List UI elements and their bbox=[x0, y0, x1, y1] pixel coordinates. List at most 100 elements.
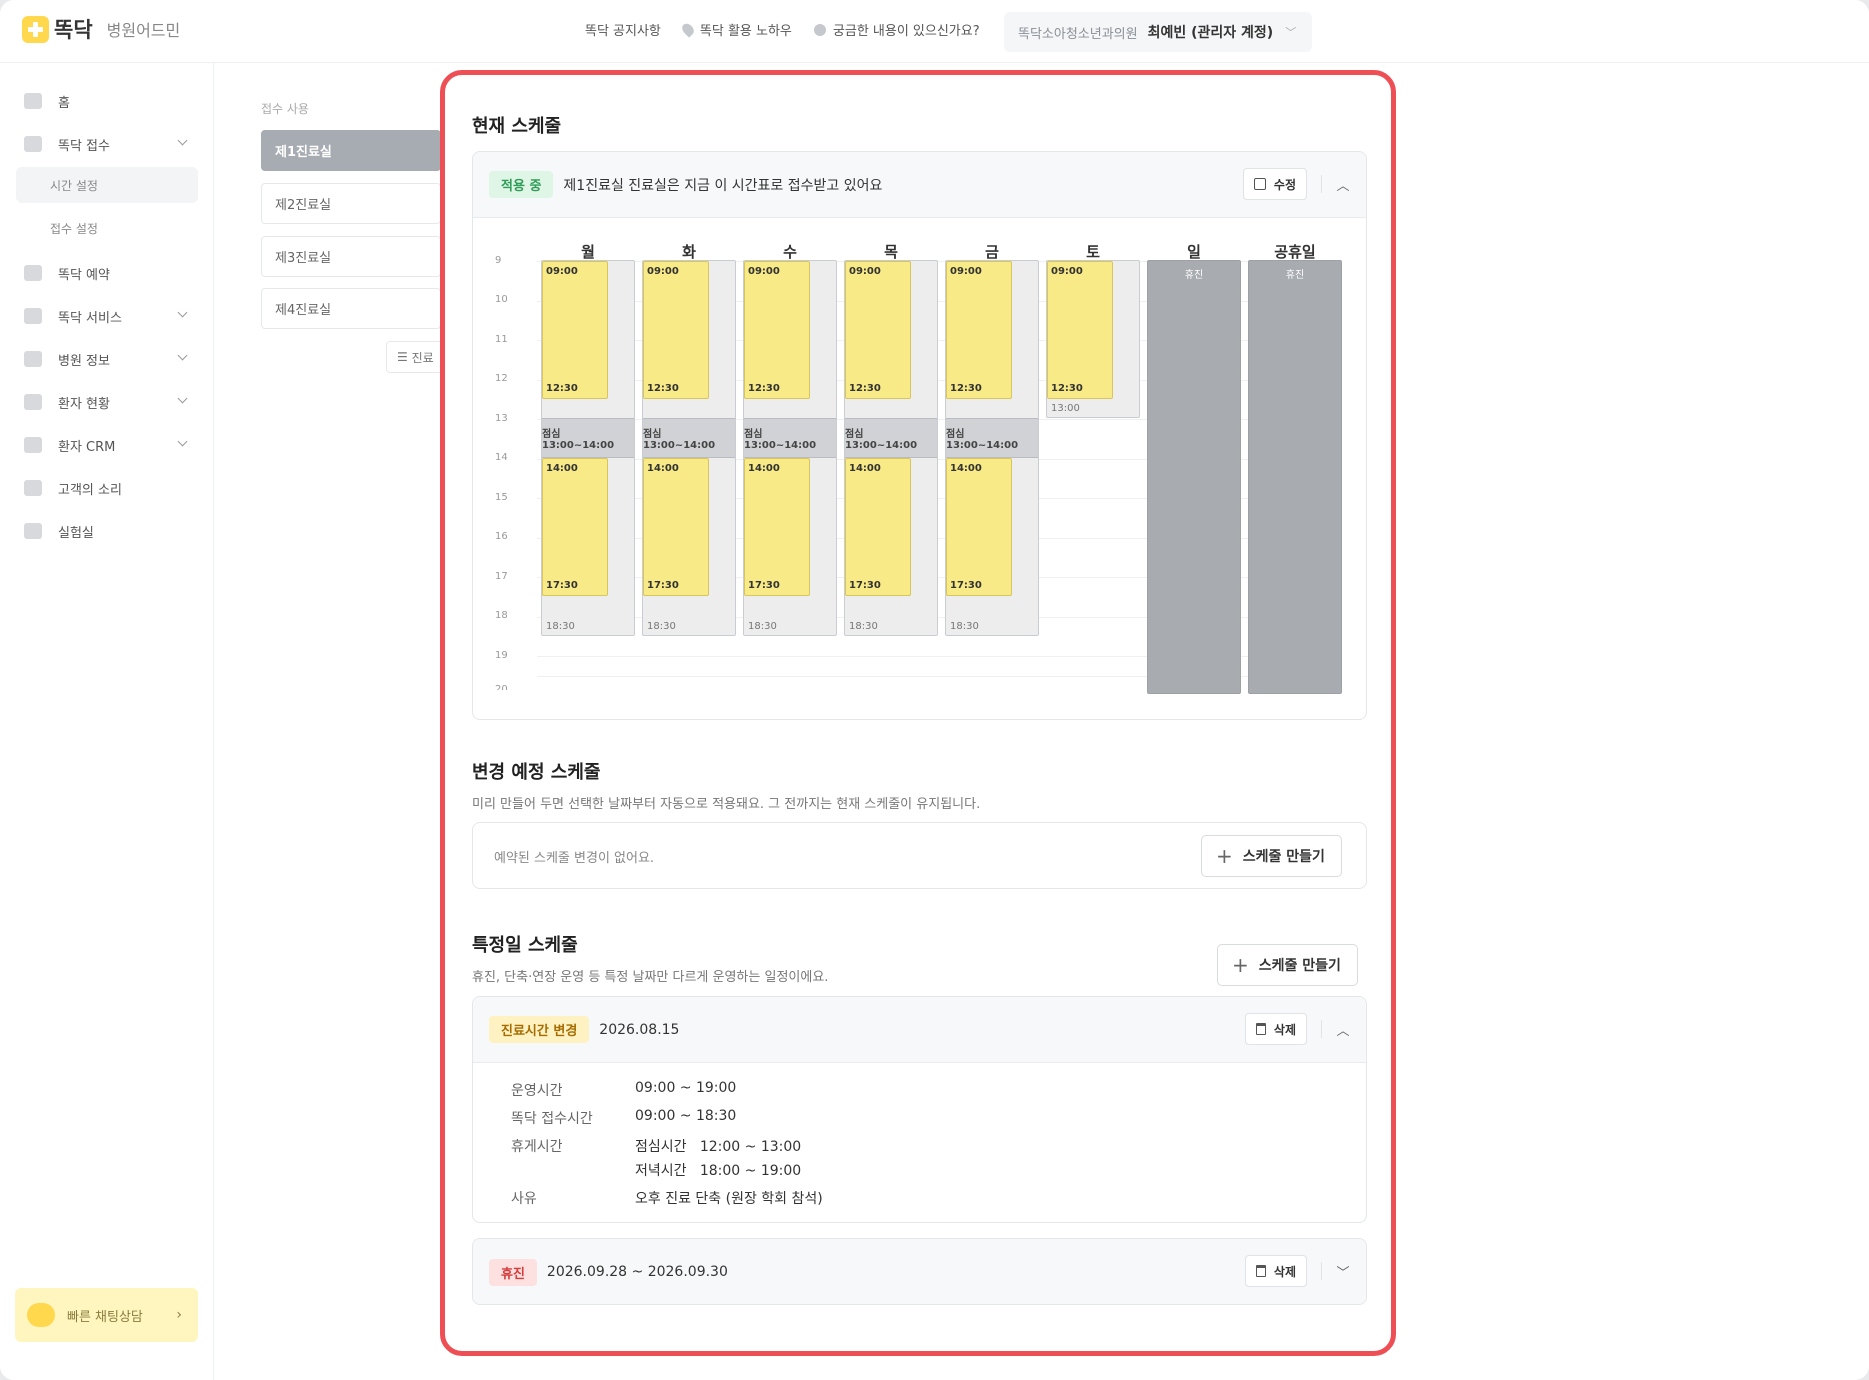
schedule-panel: 현재 스케줄 적용 중 제1진료실 진료실은 지금 이 시간표로 접수받고 있어… bbox=[440, 70, 1396, 1356]
day-header-wed: 수 bbox=[783, 243, 797, 261]
status-badge: 적용 중 bbox=[489, 171, 554, 198]
chevron-down-icon bbox=[177, 307, 188, 318]
special-schedule-desc: 휴진, 단축·연장 운영 등 특정 날짜만 다르게 운영하는 일정이에요. bbox=[472, 970, 829, 985]
close-time: 18:30 bbox=[950, 621, 979, 632]
close-time: 18:30 bbox=[849, 621, 878, 632]
hour-label: 14 bbox=[495, 452, 508, 463]
special-schedule-card: 진료시간 변경 2026.08.15 삭제 ︿ 운영시간 09:00 ~ 19:0… bbox=[472, 996, 1367, 1223]
chevron-down-icon[interactable]: ﹀ bbox=[1336, 1262, 1350, 1281]
delete-button[interactable]: 삭제 bbox=[1244, 1255, 1307, 1287]
lunch-block[interactable]: 점심 13:00~14:00 bbox=[744, 418, 836, 458]
sidebar-item-home[interactable]: 홈 bbox=[24, 86, 192, 116]
sidebar-subitem-reception-settings[interactable]: 접수 설정 bbox=[16, 210, 198, 246]
day-column-fri[interactable]: 09:00 12:30 점심 13:00~14:00 14:00 17:30 18:… bbox=[945, 260, 1039, 636]
lunch-block[interactable]: 점심 13:00~14:00 bbox=[946, 418, 1038, 458]
reception-block-am[interactable]: 09:00 12:30 bbox=[744, 261, 810, 399]
add-room-button[interactable]: ☰ 진료 bbox=[386, 341, 446, 373]
lunch-block[interactable]: 점심 13:00~14:00 bbox=[845, 418, 937, 458]
logo-subtitle: 병원어드민 bbox=[106, 21, 181, 40]
delete-button[interactable]: 삭제 bbox=[1244, 1013, 1307, 1045]
lunch-block[interactable]: 점심 13:00~14:00 bbox=[542, 418, 634, 458]
sidebar-item-crm[interactable]: 환자 CRM bbox=[24, 430, 192, 460]
nav-notice[interactable]: 똑닥 공지사항 bbox=[585, 20, 661, 39]
account-menu[interactable]: 똑닥소아청소년과의원 최예빈 (관리자 계정) ﹀ bbox=[1004, 12, 1312, 52]
reception-block-am[interactable]: 09:00 12:30 bbox=[845, 261, 911, 399]
logo[interactable]: 똑닥 병원어드민 bbox=[22, 14, 180, 44]
off-label: 휴진 bbox=[1285, 270, 1305, 281]
current-schedule-card: 적용 중 제1진료실 진료실은 지금 이 시간표로 접수받고 있어요 수정 ︿ … bbox=[472, 151, 1367, 720]
quick-chat-button[interactable]: 빠른 채팅상담 › bbox=[15, 1288, 198, 1342]
special-schedule-title: 특정일 스케줄 bbox=[472, 935, 578, 956]
reception-block-am[interactable]: 09:00 12:30 bbox=[643, 261, 709, 399]
hour-label: 10 bbox=[495, 294, 508, 305]
reception-block-am[interactable]: 09:00 12:30 bbox=[946, 261, 1012, 399]
reception-block-pm[interactable]: 14:00 17:30 bbox=[946, 458, 1012, 596]
room-item-1[interactable]: 제1진료실 bbox=[261, 130, 441, 171]
room-item-4[interactable]: 제4진료실 bbox=[261, 288, 441, 329]
nav-tips[interactable]: 똑닥 활용 노하우 bbox=[679, 20, 792, 39]
sidebar-item-services[interactable]: 똑닥 서비스 bbox=[24, 301, 192, 331]
day-column-thu[interactable]: 09:00 12:30 점심 13:00~14:00 14:00 17:30 18:… bbox=[844, 260, 938, 636]
day-column-sat[interactable]: 09:00 12:30 13:00 bbox=[1046, 260, 1140, 418]
day-header-holiday: 공휴일 bbox=[1274, 243, 1316, 261]
hour-label: 18 bbox=[495, 610, 508, 621]
create-upcoming-schedule-button[interactable]: + 스케줄 만들기 bbox=[1201, 835, 1342, 877]
detail-row: 저녁시간 18:00 ~ 19:00 bbox=[635, 1163, 802, 1179]
lunch-block[interactable]: 점심 13:00~14:00 bbox=[643, 418, 735, 458]
detail-row: 운영시간 09:00 ~ 19:00 bbox=[511, 1080, 737, 1099]
sidebar-item-reservation[interactable]: 똑닥 예약 bbox=[24, 258, 192, 288]
day-header-sun: 일 bbox=[1187, 243, 1201, 261]
room-item-2[interactable]: 제2진료실 bbox=[261, 183, 441, 224]
empty-message: 예약된 스케줄 변경이 없어요. bbox=[494, 851, 655, 866]
divider bbox=[1321, 1262, 1322, 1280]
create-special-schedule-button[interactable]: + 스케줄 만들기 bbox=[1217, 944, 1358, 986]
hour-label: 11 bbox=[495, 334, 508, 345]
room-item-3[interactable]: 제3진료실 bbox=[261, 236, 441, 277]
day-column-holiday[interactable]: 휴진 bbox=[1248, 260, 1342, 694]
chevron-down-icon bbox=[177, 436, 188, 447]
current-schedule-title: 현재 스케줄 bbox=[472, 116, 562, 137]
hour-label: 13 bbox=[495, 413, 508, 424]
detail-row: 똑닥 접수시간 09:00 ~ 18:30 bbox=[511, 1108, 737, 1127]
sidebar-item-hospital-info[interactable]: 병원 정보 bbox=[24, 344, 192, 374]
calendar-icon bbox=[24, 265, 42, 281]
reception-block-pm[interactable]: 14:00 17:30 bbox=[643, 458, 709, 596]
off-label: 휴진 bbox=[1184, 270, 1204, 281]
sidebar-item-lab[interactable]: 실험실 bbox=[24, 516, 192, 546]
people-icon bbox=[24, 394, 42, 410]
day-column-tue[interactable]: 09:00 12:30 점심 13:00~14:00 14:00 17:30 18:… bbox=[642, 260, 736, 636]
divider bbox=[1321, 175, 1322, 193]
flask-icon bbox=[24, 523, 42, 539]
edit-button[interactable]: 수정 bbox=[1242, 168, 1307, 200]
day-column-wed[interactable]: 09:00 12:30 점심 13:00~14:00 14:00 17:30 18:… bbox=[743, 260, 837, 636]
question-icon bbox=[813, 23, 826, 36]
close-time: 18:30 bbox=[546, 621, 575, 632]
nav-help[interactable]: 궁금한 내용이 있으신가요? bbox=[813, 20, 980, 39]
reception-block-pm[interactable]: 14:00 17:30 bbox=[542, 458, 608, 596]
chevron-up-icon[interactable]: ︿ bbox=[1336, 175, 1350, 194]
reception-block-pm[interactable]: 14:00 17:30 bbox=[744, 458, 810, 596]
sidebar-subitem-time-settings[interactable]: 시간 설정 bbox=[16, 167, 198, 203]
close-time: 13:00 bbox=[1051, 403, 1080, 414]
logo-cross-icon bbox=[22, 15, 49, 43]
reception-block-am[interactable]: 09:00 12:30 bbox=[1047, 261, 1113, 399]
close-time: 18:30 bbox=[647, 621, 676, 632]
day-column-mon[interactable]: 09:00 12:30 점심 13:00~14:00 14:00 17:30 18:… bbox=[541, 260, 635, 636]
reception-block-pm[interactable]: 14:00 17:30 bbox=[845, 458, 911, 596]
detail-row: 사유 오후 진료 단축 (원장 학회 참석) bbox=[511, 1191, 823, 1207]
chevron-down-icon bbox=[177, 393, 188, 404]
sidebar-item-voice[interactable]: 고객의 소리 bbox=[24, 473, 192, 503]
chevron-right-icon: › bbox=[176, 1307, 182, 1323]
top-header: 똑닥 병원어드민 똑닥 공지사항 똑닥 활용 노하우 궁금한 내용이 있으신가요… bbox=[0, 0, 1869, 63]
sidebar-item-patients[interactable]: 환자 현황 bbox=[24, 387, 192, 417]
chevron-up-icon[interactable]: ︿ bbox=[1336, 1020, 1350, 1039]
sidebar-item-reception[interactable]: 똑닥 접수 bbox=[24, 129, 192, 159]
hour-label: 12 bbox=[495, 373, 508, 384]
weekly-timetable: 9 10 11 12 13 14 15 16 17 18 19 20 월 화 수… bbox=[473, 218, 1366, 698]
day-column-sun[interactable]: 휴진 bbox=[1147, 260, 1241, 694]
day-header-sat: 토 bbox=[1086, 243, 1100, 261]
app-window: 똑닥 병원어드민 똑닥 공지사항 똑닥 활용 노하우 궁금한 내용이 있으신가요… bbox=[0, 0, 1869, 1380]
hour-label: 20 bbox=[495, 684, 508, 690]
reception-block-am[interactable]: 09:00 12:30 bbox=[542, 261, 608, 399]
special-date: 2026.09.28 ~ 2026.09.30 bbox=[546, 1264, 728, 1280]
